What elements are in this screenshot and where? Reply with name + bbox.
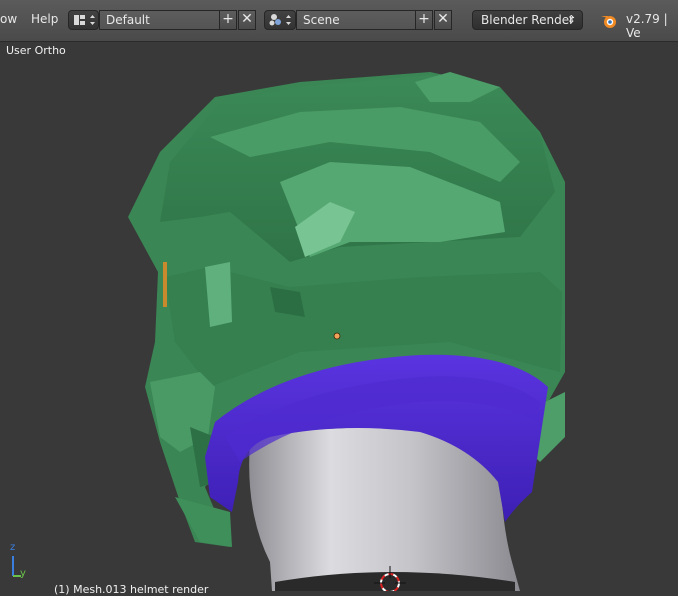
render-engine-dropdown[interactable]: Blender Render ⇕	[472, 10, 583, 30]
scene-dropdown[interactable]	[264, 10, 296, 30]
layout-icon	[74, 15, 95, 25]
remove-layout-button[interactable]: ✕	[238, 10, 256, 30]
helmet-model	[12, 72, 565, 591]
scene-icon	[269, 14, 291, 26]
axis-y-label: y	[20, 568, 26, 579]
add-layout-button[interactable]: +	[219, 10, 237, 30]
axis-z-label: z	[10, 542, 16, 553]
info-header: ow Help Default + ✕ Scene + ✕ Blender Re…	[0, 0, 678, 42]
selected-object-label: (1) Mesh.013 helmet render	[54, 583, 209, 596]
version-label: v2.79 | Ve	[626, 12, 668, 40]
remove-scene-button[interactable]: ✕	[434, 10, 452, 30]
menu-help[interactable]: Help	[31, 12, 58, 26]
screen-layout-dropdown[interactable]	[68, 10, 99, 30]
screen-layout-name[interactable]: Default	[99, 10, 220, 30]
scene-name[interactable]: Scene	[296, 10, 416, 30]
add-scene-button[interactable]: +	[415, 10, 433, 30]
menu-window[interactable]: ow	[0, 12, 17, 26]
object-origin-dot	[333, 332, 341, 340]
blender-logo-icon	[601, 16, 616, 28]
render-engine-label: Blender Render	[481, 13, 575, 27]
chevron-updown-icon: ⇕	[566, 13, 576, 26]
3d-viewport[interactable]: User Ortho z y (1) Mesh.013 helmet rende…	[0, 42, 678, 596]
